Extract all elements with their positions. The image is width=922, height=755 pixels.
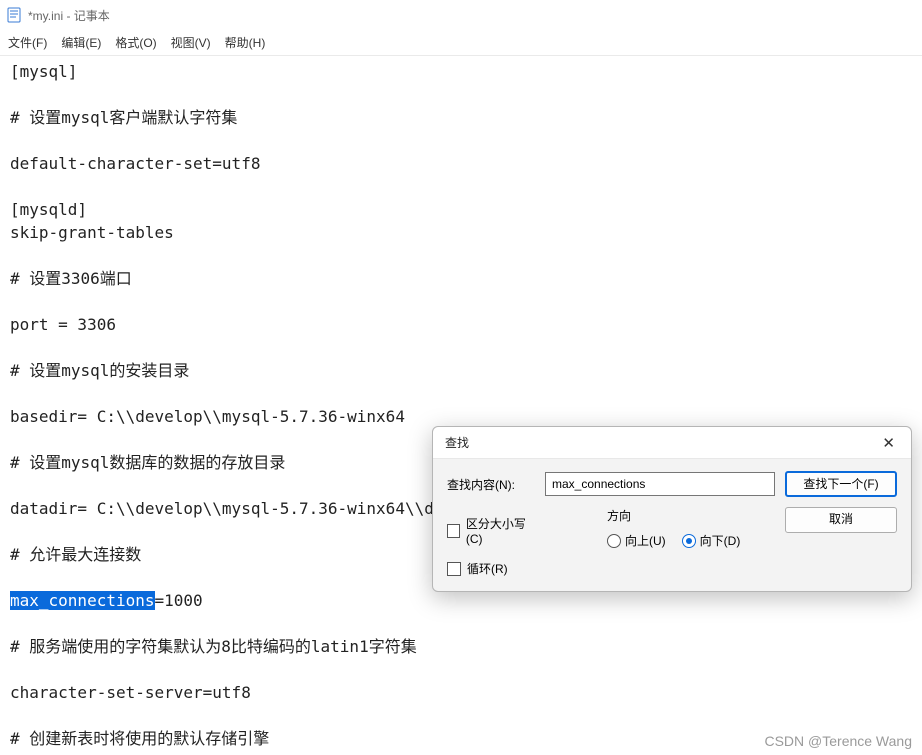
editor-line: datadir= C:\\develop\\mysql-5.7.36-winx6… — [10, 499, 463, 518]
radio-icon — [607, 534, 621, 548]
editor-line: # 允许最大连接数 — [10, 545, 141, 564]
menu-view[interactable]: 视图(V) — [171, 34, 211, 51]
find-dialog-titlebar[interactable]: 查找 ✕ — [433, 427, 911, 459]
direction-group: 方向 向上(U) 向下(D) — [607, 507, 775, 549]
menu-format[interactable]: 格式(O) — [115, 34, 156, 51]
find-dialog[interactable]: 查找 ✕ 查找内容(N): 查找下一个(F) 区分大小写(C) 循环(R) 方向… — [432, 426, 912, 592]
menubar: 文件(F) 编辑(E) 格式(O) 视图(V) 帮助(H) — [0, 30, 922, 56]
match-case-checkbox[interactable]: 区分大小写(C) — [447, 515, 535, 546]
notepad-window: *my.ini - 记事本 文件(F) 编辑(E) 格式(O) 视图(V) 帮助… — [0, 0, 922, 755]
find-dialog-title: 查找 — [445, 434, 469, 451]
editor-line: # 设置mysql的安装目录 — [10, 361, 189, 380]
menu-file[interactable]: 文件(F) — [8, 34, 47, 51]
editor-line: # 设置mysql数据库的数据的存放目录 — [10, 453, 285, 472]
menu-edit[interactable]: 编辑(E) — [61, 34, 101, 51]
editor-line: # 创建新表时将使用的默认存储引擎 — [10, 729, 269, 748]
watermark: CSDN @Terence Wang — [764, 733, 912, 749]
direction-down-label: 向下(D) — [700, 532, 741, 549]
wrap-label: 循环(R) — [467, 560, 508, 577]
find-options: 区分大小写(C) 循环(R) — [447, 515, 535, 577]
radio-icon — [682, 534, 696, 548]
find-content-label: 查找内容(N): — [447, 476, 535, 493]
close-icon[interactable]: ✕ — [876, 434, 901, 452]
direction-up-radio[interactable]: 向上(U) — [607, 532, 666, 549]
direction-up-label: 向上(U) — [625, 532, 666, 549]
checkbox-icon — [447, 562, 461, 576]
direction-down-radio[interactable]: 向下(D) — [682, 532, 741, 549]
wrap-checkbox[interactable]: 循环(R) — [447, 560, 535, 577]
editor-line: # 设置3306端口 — [10, 269, 132, 288]
editor-line: basedir= C:\\develop\\mysql-5.7.36-winx6… — [10, 407, 405, 426]
cancel-button[interactable]: 取消 — [785, 507, 897, 533]
editor-line: character-set-server=utf8 — [10, 683, 251, 702]
checkbox-icon — [447, 524, 460, 538]
direction-radios: 向上(U) 向下(D) — [607, 532, 775, 549]
editor-line: # 服务端使用的字符集默认为8比特编码的latin1字符集 — [10, 637, 417, 656]
titlebar[interactable]: *my.ini - 记事本 — [0, 0, 922, 30]
find-dialog-body: 查找内容(N): 查找下一个(F) 区分大小写(C) 循环(R) 方向 向上(U… — [433, 459, 911, 591]
editor-line: [mysql] — [10, 62, 77, 81]
editor-line: default-character-set=utf8 — [10, 154, 260, 173]
find-input[interactable] — [545, 472, 775, 496]
editor-line: [mysqld] — [10, 200, 87, 219]
menu-help[interactable]: 帮助(H) — [225, 34, 266, 51]
editor-line: port = 3306 — [10, 315, 116, 334]
match-case-label: 区分大小写(C) — [466, 515, 535, 546]
selection-highlight: max_connections — [10, 591, 155, 610]
window-title: *my.ini - 记事本 — [28, 7, 110, 24]
direction-label: 方向 — [607, 507, 775, 524]
find-next-button[interactable]: 查找下一个(F) — [785, 471, 897, 497]
editor-line: skip-grant-tables — [10, 223, 174, 242]
text-editor[interactable]: [mysql] # 设置mysql客户端默认字符集 default-charac… — [0, 56, 922, 755]
editor-line: # 设置mysql客户端默认字符集 — [10, 108, 237, 127]
notepad-icon — [6, 7, 22, 23]
editor-line: =1000 — [155, 591, 203, 610]
